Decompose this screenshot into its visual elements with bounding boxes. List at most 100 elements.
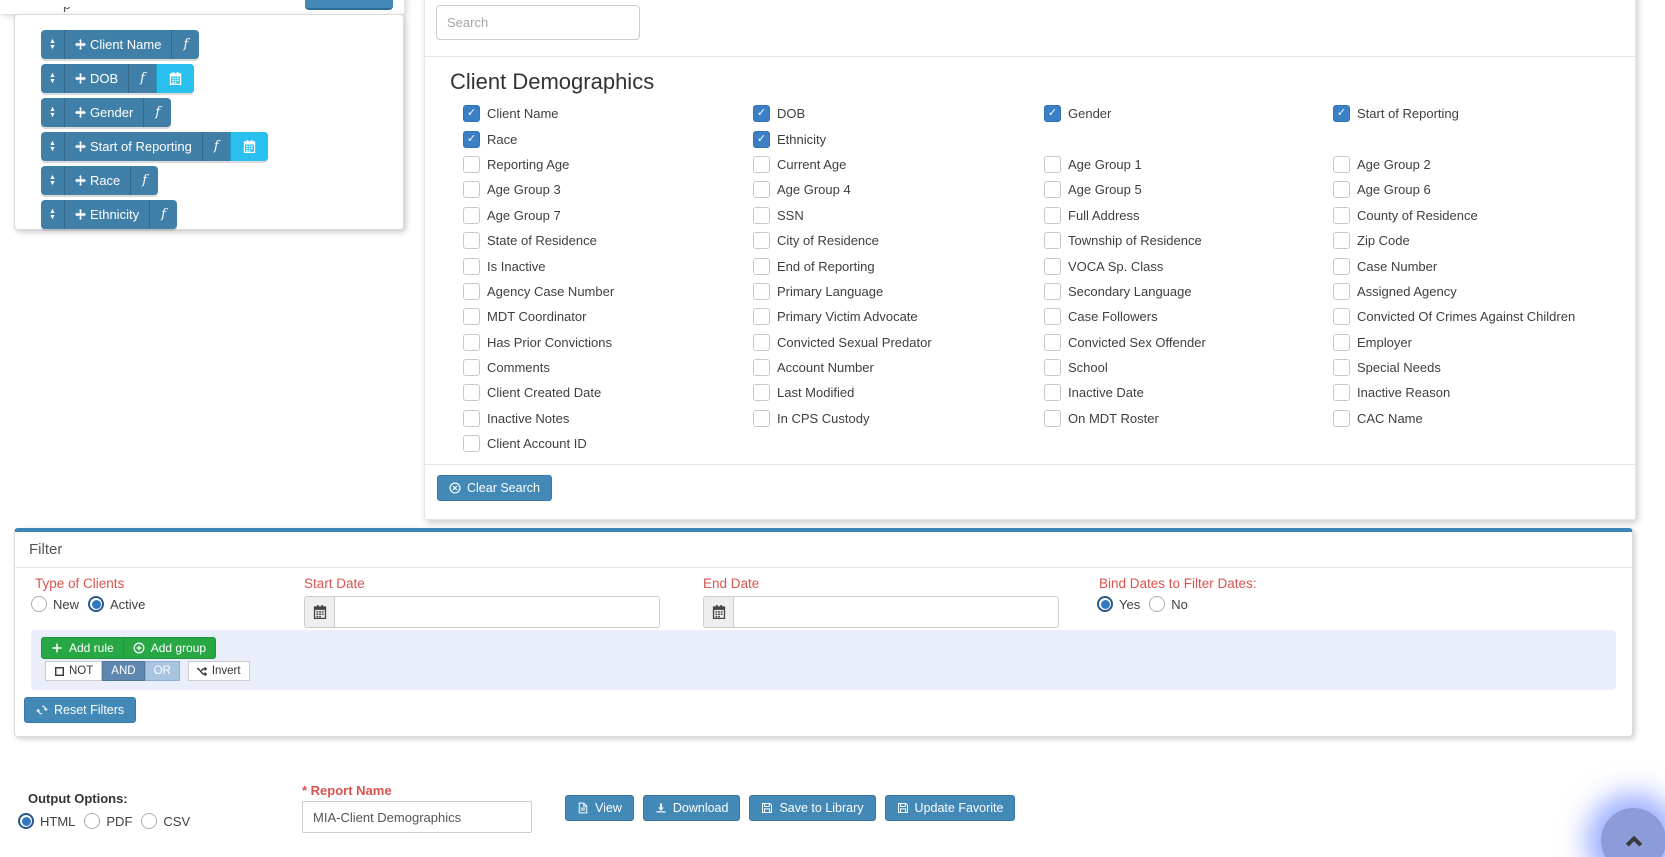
- checkbox-age-group-4[interactable]: [753, 181, 770, 199]
- checkbox-has-prior-convictions[interactable]: [463, 333, 480, 351]
- checkbox-end-of-reporting[interactable]: [753, 257, 770, 275]
- checkbox-township-of-residence[interactable]: [1044, 232, 1061, 250]
- function-button[interactable]: f: [171, 30, 199, 59]
- checkbox-current-age[interactable]: [753, 155, 770, 173]
- field-chip-race[interactable]: ▲ ▼ Race f: [41, 166, 159, 195]
- checkbox-age-group-3[interactable]: [463, 181, 480, 199]
- function-button[interactable]: f: [130, 166, 158, 195]
- checkbox-inactive-reason[interactable]: [1333, 384, 1350, 402]
- invert-button[interactable]: Invert: [187, 661, 250, 681]
- sort-handle[interactable]: ▲ ▼: [41, 30, 64, 59]
- calendar-button[interactable]: [229, 132, 268, 161]
- checkbox-age-group-2[interactable]: [1333, 155, 1350, 173]
- checkbox-primary-victim-advocate[interactable]: [753, 308, 770, 326]
- sort-handle[interactable]: ▲ ▼: [41, 200, 64, 229]
- end-date-input[interactable]: [733, 596, 1059, 628]
- sort-icon: ▼: [49, 179, 56, 187]
- or-toggle[interactable]: OR: [144, 661, 180, 681]
- checkbox-agency-case-number[interactable]: [463, 282, 480, 300]
- checkbox-age-group-1[interactable]: [1044, 155, 1061, 173]
- checkbox-zip-code[interactable]: [1333, 232, 1350, 250]
- checkbox-last-modified[interactable]: [753, 384, 770, 402]
- function-button[interactable]: f: [201, 132, 230, 161]
- calendar-icon[interactable]: [703, 596, 733, 628]
- field-chip-dob[interactable]: ▲ ▼ DOB f: [41, 64, 194, 93]
- checkbox-is-inactive[interactable]: [463, 257, 480, 275]
- function-button[interactable]: f: [149, 200, 177, 229]
- checkbox-convicted-sexual-predator[interactable]: [753, 333, 770, 351]
- button-save-to-library[interactable]: Save to Library: [749, 795, 876, 821]
- sort-handle[interactable]: ▲ ▼: [41, 132, 64, 161]
- radio-option-new[interactable]: New: [31, 596, 79, 612]
- calendar-icon[interactable]: [304, 596, 334, 628]
- button-download[interactable]: Download: [642, 795, 741, 821]
- not-toggle[interactable]: NOT: [45, 661, 103, 681]
- checkbox-cac-name[interactable]: [1333, 409, 1350, 427]
- checkbox-client-account-id[interactable]: [463, 435, 480, 453]
- checkbox-start-of-reporting[interactable]: ✓: [1333, 105, 1350, 123]
- report-name-input[interactable]: [302, 801, 532, 833]
- and-toggle[interactable]: AND: [102, 661, 145, 681]
- checkbox-case-number[interactable]: [1333, 257, 1350, 275]
- checkbox-full-address[interactable]: [1044, 206, 1061, 224]
- button-view[interactable]: View: [565, 795, 634, 821]
- checkbox-county-of-residence[interactable]: [1333, 206, 1350, 224]
- checkbox-ethnicity[interactable]: ✓: [753, 130, 770, 148]
- checkbox-client-name[interactable]: ✓: [463, 105, 480, 123]
- checkbox-ssn[interactable]: [753, 206, 770, 224]
- function-button[interactable]: f: [128, 64, 156, 93]
- sort-handle[interactable]: ▲ ▼: [41, 166, 64, 195]
- radio-option-yes[interactable]: Yes: [1097, 596, 1140, 612]
- clear-search-button[interactable]: Clear Search: [437, 475, 552, 501]
- sort-handle[interactable]: ▲ ▼: [41, 98, 64, 127]
- field-chip-start-of-reporting[interactable]: ▲ ▼ Start of Reporting f: [41, 132, 268, 161]
- field-chip-client-name[interactable]: ▲ ▼ Client Name f: [41, 30, 200, 59]
- button-update-favorite[interactable]: Update Favorite: [884, 795, 1016, 821]
- checkbox-mdt-coordinator[interactable]: [463, 308, 480, 326]
- checkbox-school[interactable]: [1044, 359, 1061, 377]
- radio-option-active[interactable]: Active: [88, 596, 145, 612]
- checkbox-reporting-age[interactable]: [463, 155, 480, 173]
- move-icon: [74, 39, 86, 50]
- checkbox-age-group-6[interactable]: [1333, 181, 1350, 199]
- scroll-to-top-button[interactable]: [1601, 808, 1665, 857]
- add-rule-button[interactable]: Add rule: [41, 637, 124, 659]
- radio-option-no[interactable]: No: [1149, 596, 1188, 612]
- sort-handle[interactable]: ▲ ▼: [41, 64, 64, 93]
- radio-option-csv[interactable]: CSV: [141, 813, 190, 829]
- checkbox-city-of-residence[interactable]: [753, 232, 770, 250]
- checkbox-gender[interactable]: ✓: [1044, 105, 1061, 123]
- truncated-button-fragment[interactable]: [305, 0, 393, 10]
- checkbox-inactive-notes[interactable]: [463, 409, 480, 427]
- calendar-button[interactable]: [155, 64, 194, 93]
- checkbox-voca-sp-class[interactable]: [1044, 257, 1061, 275]
- field-chip-ethnicity[interactable]: ▲ ▼ Ethnicity f: [41, 200, 177, 229]
- checkbox-on-mdt-roster[interactable]: [1044, 409, 1061, 427]
- radio-option-html[interactable]: HTML: [18, 813, 75, 829]
- function-button[interactable]: f: [143, 98, 171, 127]
- checkbox-comments[interactable]: [463, 359, 480, 377]
- checkbox-age-group-5[interactable]: [1044, 181, 1061, 199]
- checkbox-inactive-date[interactable]: [1044, 384, 1061, 402]
- checkbox-assigned-agency[interactable]: [1333, 282, 1350, 300]
- checkbox-convicted-sex-offender[interactable]: [1044, 333, 1061, 351]
- reset-filters-button[interactable]: Reset Filters: [24, 697, 137, 723]
- checkbox-case-followers[interactable]: [1044, 308, 1061, 326]
- field-chip-gender[interactable]: ▲ ▼ Gender f: [41, 98, 172, 127]
- checkbox-race[interactable]: ✓: [463, 130, 480, 148]
- start-date-input[interactable]: [334, 596, 660, 628]
- checkbox-dob[interactable]: ✓: [753, 105, 770, 123]
- checkbox-employer[interactable]: [1333, 333, 1350, 351]
- checkbox-convicted-of-crimes-against-children[interactable]: [1333, 308, 1350, 326]
- checkbox-secondary-language[interactable]: [1044, 282, 1061, 300]
- checkbox-account-number[interactable]: [753, 359, 770, 377]
- radio-option-pdf[interactable]: PDF: [84, 813, 132, 829]
- checkbox-special-needs[interactable]: [1333, 359, 1350, 377]
- checkbox-state-of-residence[interactable]: [463, 232, 480, 250]
- checkbox-primary-language[interactable]: [753, 282, 770, 300]
- checkbox-age-group-7[interactable]: [463, 206, 480, 224]
- add-group-button[interactable]: Add group: [122, 637, 217, 659]
- search-input[interactable]: [436, 5, 640, 40]
- checkbox-client-created-date[interactable]: [463, 384, 480, 402]
- checkbox-in-cps-custody[interactable]: [753, 409, 770, 427]
